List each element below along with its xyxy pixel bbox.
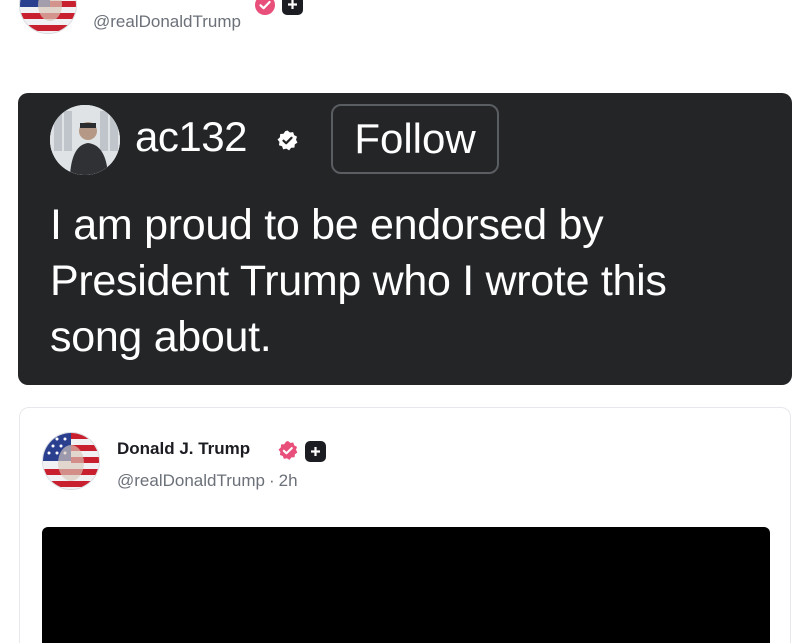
post-badges (277, 440, 326, 462)
verified-badge-icon (277, 130, 298, 151)
user-photo-icon (50, 105, 120, 175)
embedded-username[interactable]: ac132 (135, 113, 247, 161)
post-handle[interactable]: @realDonaldTrump (117, 471, 265, 491)
post-meta: @realDonaldTrump · 2h (117, 471, 298, 491)
avatar[interactable] (19, 0, 77, 34)
post-card: Donald J. Trump @realDonaldTrump · 2h (19, 407, 791, 643)
previous-post-badges (254, 0, 303, 16)
follow-button[interactable]: Follow (331, 104, 499, 174)
truth-social-feed: @realDonaldTrump ac132 Follow I am proud… (0, 0, 800, 643)
flag-portrait-icon (43, 433, 99, 489)
embedded-post-text: I am proud to be endorsed by President T… (50, 201, 667, 361)
flag-portrait-icon (20, 0, 76, 33)
verified-badge-icon (255, 0, 275, 15)
avatar[interactable] (42, 432, 100, 490)
previous-post-handle[interactable]: @realDonaldTrump (93, 12, 241, 32)
avatar[interactable] (50, 105, 120, 175)
post-timestamp[interactable]: 2h (279, 471, 298, 491)
plus-square-icon (282, 0, 303, 15)
post-media-video[interactable] (42, 527, 770, 643)
meta-separator: · (268, 471, 275, 490)
previous-post-header: @realDonaldTrump (0, 0, 800, 60)
plus-square-icon (305, 440, 326, 462)
post-display-name[interactable]: Donald J. Trump (117, 439, 250, 459)
embedded-post-card: ac132 Follow I am proud to be endorsed b… (18, 93, 792, 385)
verified-badge-icon (278, 441, 298, 460)
